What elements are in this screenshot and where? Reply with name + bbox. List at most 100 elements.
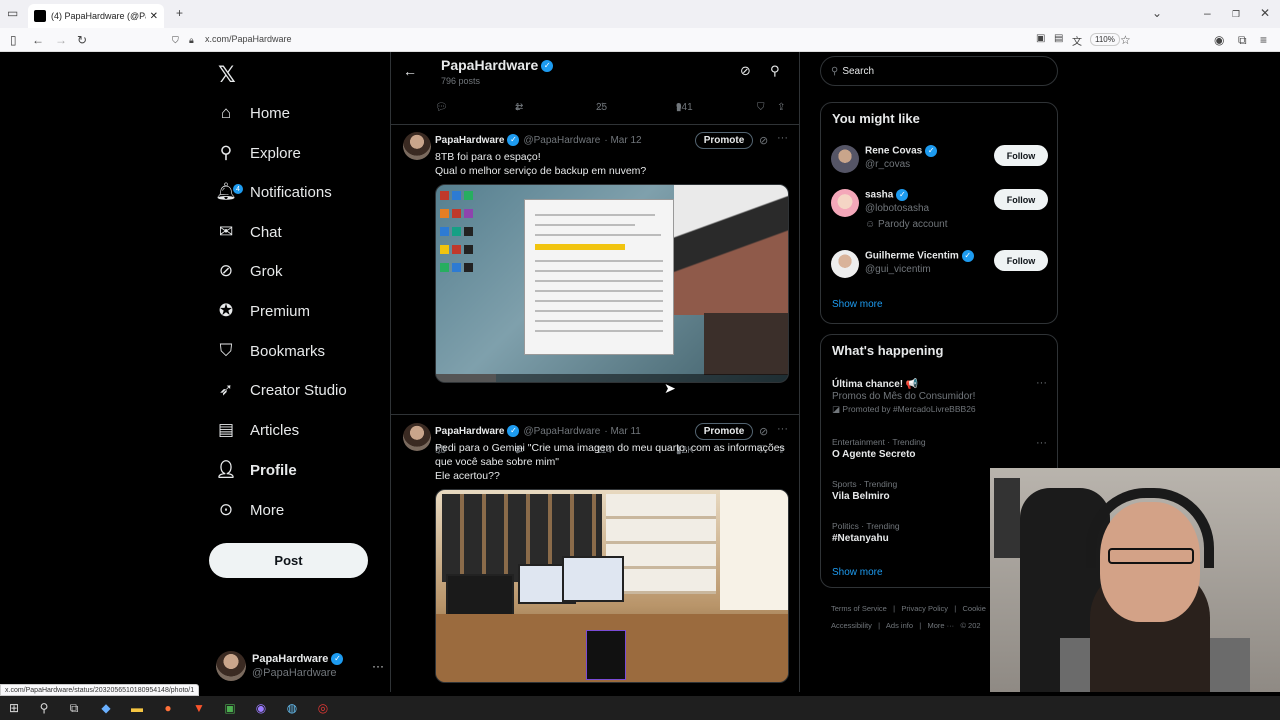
more-dots-icon[interactable]: ···	[1036, 437, 1047, 449]
suggested-user[interactable]: Rene Covas ✓ @r_covas Follow	[831, 145, 1051, 179]
search-icon[interactable]: ⚲	[36, 700, 52, 716]
tweet-date[interactable]: · Mar 11	[604, 426, 641, 437]
tab-list-icon[interactable]: ▭	[7, 6, 18, 20]
x-logo-icon[interactable]: 𝕏	[218, 62, 236, 88]
tweet-handle[interactable]: @PapaHardware	[523, 426, 600, 437]
avatar[interactable]	[403, 423, 431, 451]
nav-articles[interactable]: ▤ Articles	[216, 415, 299, 445]
card-title: What's happening	[832, 343, 944, 358]
nav-more[interactable]: ⊙ More	[216, 495, 284, 525]
tweet-handle[interactable]: @PapaHardware	[523, 135, 600, 146]
cookie-link[interactable]: Cookie	[963, 604, 986, 613]
url-field[interactable]: x.com/PapaHardware	[205, 34, 292, 44]
account-icon[interactable]: ◉	[1214, 33, 1224, 47]
suggested-user[interactable]: Guilherme Vicentim ✓ @gui_vicentim Follow	[831, 250, 1051, 284]
lock-icon[interactable]: 🔒︎	[189, 35, 194, 46]
search-icon[interactable]: ⚲	[770, 63, 780, 79]
firefox-icon[interactable]: ●	[160, 700, 176, 716]
tweet-author[interactable]: PapaHardware	[435, 426, 504, 437]
new-tab-icon[interactable]: +	[176, 6, 183, 20]
tweet-media-image[interactable]	[435, 489, 789, 683]
avatar[interactable]	[403, 132, 431, 160]
back-icon[interactable]: ←	[32, 33, 44, 47]
terms-link[interactable]: Terms of Service	[831, 604, 887, 613]
search-input[interactable]: ⚲ Search	[820, 56, 1058, 86]
back-arrow-icon[interactable]: ←	[403, 63, 417, 79]
close-tab-icon[interactable]: ✕	[150, 11, 158, 22]
privacy-link[interactable]: Privacy Policy	[901, 604, 948, 613]
discord-icon[interactable]: ◉	[253, 700, 269, 716]
windows-start-icon[interactable]: ⊞	[6, 700, 22, 716]
tweet[interactable]: PapaHardware ✓ @PapaHardware · Mar 11 Pr…	[391, 423, 799, 692]
menu-icon[interactable]: ≡	[1260, 33, 1267, 47]
copilot-icon[interactable]: ◆	[98, 700, 114, 716]
more-link[interactable]: More ···	[928, 621, 955, 630]
more-dots-icon[interactable]: ···	[777, 423, 788, 435]
share-icon[interactable]: ⇪	[777, 102, 785, 113]
ads-info-link[interactable]: Ads info	[886, 621, 913, 630]
tab-dropdown-icon[interactable]: ⌄	[1152, 6, 1162, 20]
reply-button[interactable]: 💬︎	[435, 102, 448, 113]
video-progress-bar[interactable]	[436, 374, 788, 382]
account-switcher[interactable]: PapaHardware ✓ @PapaHardware ···	[216, 650, 384, 682]
browser-tab[interactable]: (4) PapaHardware (@PapaHardware ✕	[28, 4, 164, 28]
accessibility-link[interactable]: Accessibility	[831, 621, 872, 630]
tweet[interactable]: PapaHardware ✓ @PapaHardware · Mar 12 Pr…	[391, 132, 799, 456]
grok-icon[interactable]: ⊘	[759, 134, 768, 147]
follow-button[interactable]: Follow	[994, 189, 1048, 210]
follow-button[interactable]: Follow	[994, 250, 1048, 271]
picture-icon[interactable]: ▣	[1036, 33, 1045, 44]
more-dots-icon[interactable]: ···	[372, 659, 384, 673]
nav-creator-studio[interactable]: ➶ Creator Studio	[216, 375, 347, 405]
tweet-author[interactable]: PapaHardware	[435, 135, 504, 146]
nav-chat[interactable]: ✉ Chat	[216, 217, 282, 247]
obs-icon[interactable]: ◎	[315, 700, 331, 716]
nav-explore[interactable]: ⚲ Explore	[216, 138, 301, 168]
nav-profile[interactable]: 👤︎ Profile	[215, 455, 296, 485]
like-button[interactable]: ♡ 25	[596, 102, 608, 113]
tweet-date[interactable]: · Mar 12	[604, 135, 641, 146]
more-dots-icon[interactable]: ···	[1036, 377, 1047, 389]
task-view-icon[interactable]: ⧉	[66, 700, 82, 716]
promote-button[interactable]: Promote	[695, 423, 753, 440]
repost-button[interactable]: ⇄ 1	[515, 102, 526, 113]
follow-button[interactable]: Follow	[994, 145, 1048, 166]
brave-icon[interactable]: ▼	[191, 700, 207, 716]
nav-notifications[interactable]: 🔔︎ 4 Notifications	[215, 177, 332, 207]
forward-icon[interactable]: →	[55, 33, 67, 47]
star-icon[interactable]: ☆	[1120, 33, 1131, 47]
sidebar-toggle-icon[interactable]: ▯	[10, 33, 17, 47]
app-icon[interactable]: ▣	[222, 700, 238, 716]
promote-button[interactable]: Promote	[695, 132, 753, 149]
extensions-icon[interactable]: ⧉	[1238, 33, 1247, 48]
trend-item[interactable]: Entertainment · Trending O Agente Secret…	[832, 437, 1052, 460]
translate-icon[interactable]: 文	[1072, 33, 1082, 48]
suggested-user[interactable]: sasha ✓ @lobotosasha ☺ Parody account Fol…	[831, 189, 1051, 237]
nav-premium[interactable]: ✪ Premium	[216, 296, 310, 326]
restore-icon[interactable]: ❐	[1232, 9, 1240, 20]
reload-icon[interactable]: ↻	[77, 33, 87, 47]
reader-icon[interactable]: ▤	[1054, 33, 1063, 44]
nav-bookmarks[interactable]: ⛉ Bookmarks	[216, 336, 325, 366]
shield-icon[interactable]: ⛉	[172, 35, 179, 46]
minimize-icon[interactable]: –	[1204, 6, 1211, 20]
steam-icon[interactable]: ◍	[284, 700, 300, 716]
avatar[interactable]	[831, 145, 859, 173]
zoom-level[interactable]: 110%	[1090, 33, 1120, 46]
more-dots-icon[interactable]: ···	[777, 132, 788, 144]
views-button[interactable]: ▮ 941	[676, 102, 693, 113]
file-explorer-icon[interactable]: ▬	[129, 700, 145, 716]
avatar[interactable]	[831, 250, 859, 278]
bookmark-icon[interactable]: ⛉	[757, 102, 765, 113]
post-button[interactable]: Post	[209, 543, 368, 578]
trend-item[interactable]: Última chance! 📢 Promos do Mês do Consum…	[832, 377, 1052, 415]
nav-grok[interactable]: ⊘ Grok	[216, 256, 283, 286]
show-more-link[interactable]: Show more	[832, 567, 883, 578]
nav-home[interactable]: ⌂ Home	[216, 98, 290, 128]
tweet-media-video[interactable]	[435, 184, 789, 383]
show-more-link[interactable]: Show more	[832, 299, 883, 310]
avatar[interactable]	[831, 189, 859, 217]
grok-icon[interactable]: ⊘	[759, 425, 768, 438]
close-window-icon[interactable]: ✕	[1260, 6, 1270, 20]
grok-icon[interactable]: ⊘	[740, 63, 751, 79]
